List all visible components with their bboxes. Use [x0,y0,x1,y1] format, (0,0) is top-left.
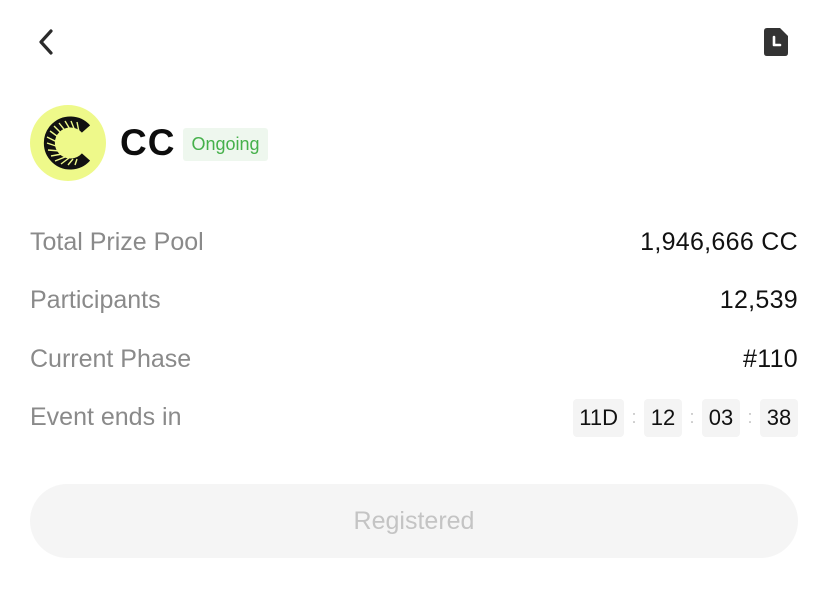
current-phase-row: Current Phase #110 [30,330,798,389]
token-name: CC [120,122,176,163]
countdown-separator: : [689,407,695,428]
countdown-days: 11D [573,398,624,437]
prize-pool-value: 1,946,666 CC [640,227,798,256]
registered-button[interactable]: Registered [30,484,798,558]
cc-logo-icon [43,116,91,170]
participants-label: Participants [30,286,161,315]
event-ends-row: Event ends in 11D : 12 : 03 : 38 [30,389,798,448]
participants-value: 12,539 [719,286,798,315]
participants-row: Participants 12,539 [30,272,798,331]
event-ends-label: Event ends in [30,403,182,432]
countdown-separator: : [631,407,637,428]
current-phase-label: Current Phase [30,344,192,373]
countdown-seconds: 38 [760,398,798,437]
document-button[interactable] [758,22,794,62]
chevron-left-icon [39,29,53,55]
back-button[interactable] [28,22,64,62]
countdown-minutes: 03 [702,398,740,437]
event-info-list: Total Prize Pool 1,946,666 CC Participan… [30,213,798,447]
current-phase-value: #110 [743,344,798,373]
status-badge: Ongoing [183,127,268,161]
prize-pool-label: Total Prize Pool [30,227,204,256]
document-clock-icon [764,28,788,56]
countdown-separator: : [747,407,753,428]
countdown-hours: 12 [644,398,682,437]
avatar [30,105,106,181]
countdown-timer: 11D : 12 : 03 : 38 [573,398,798,437]
token-header: CC Ongoing [30,104,268,182]
prize-pool-row: Total Prize Pool 1,946,666 CC [30,213,798,272]
